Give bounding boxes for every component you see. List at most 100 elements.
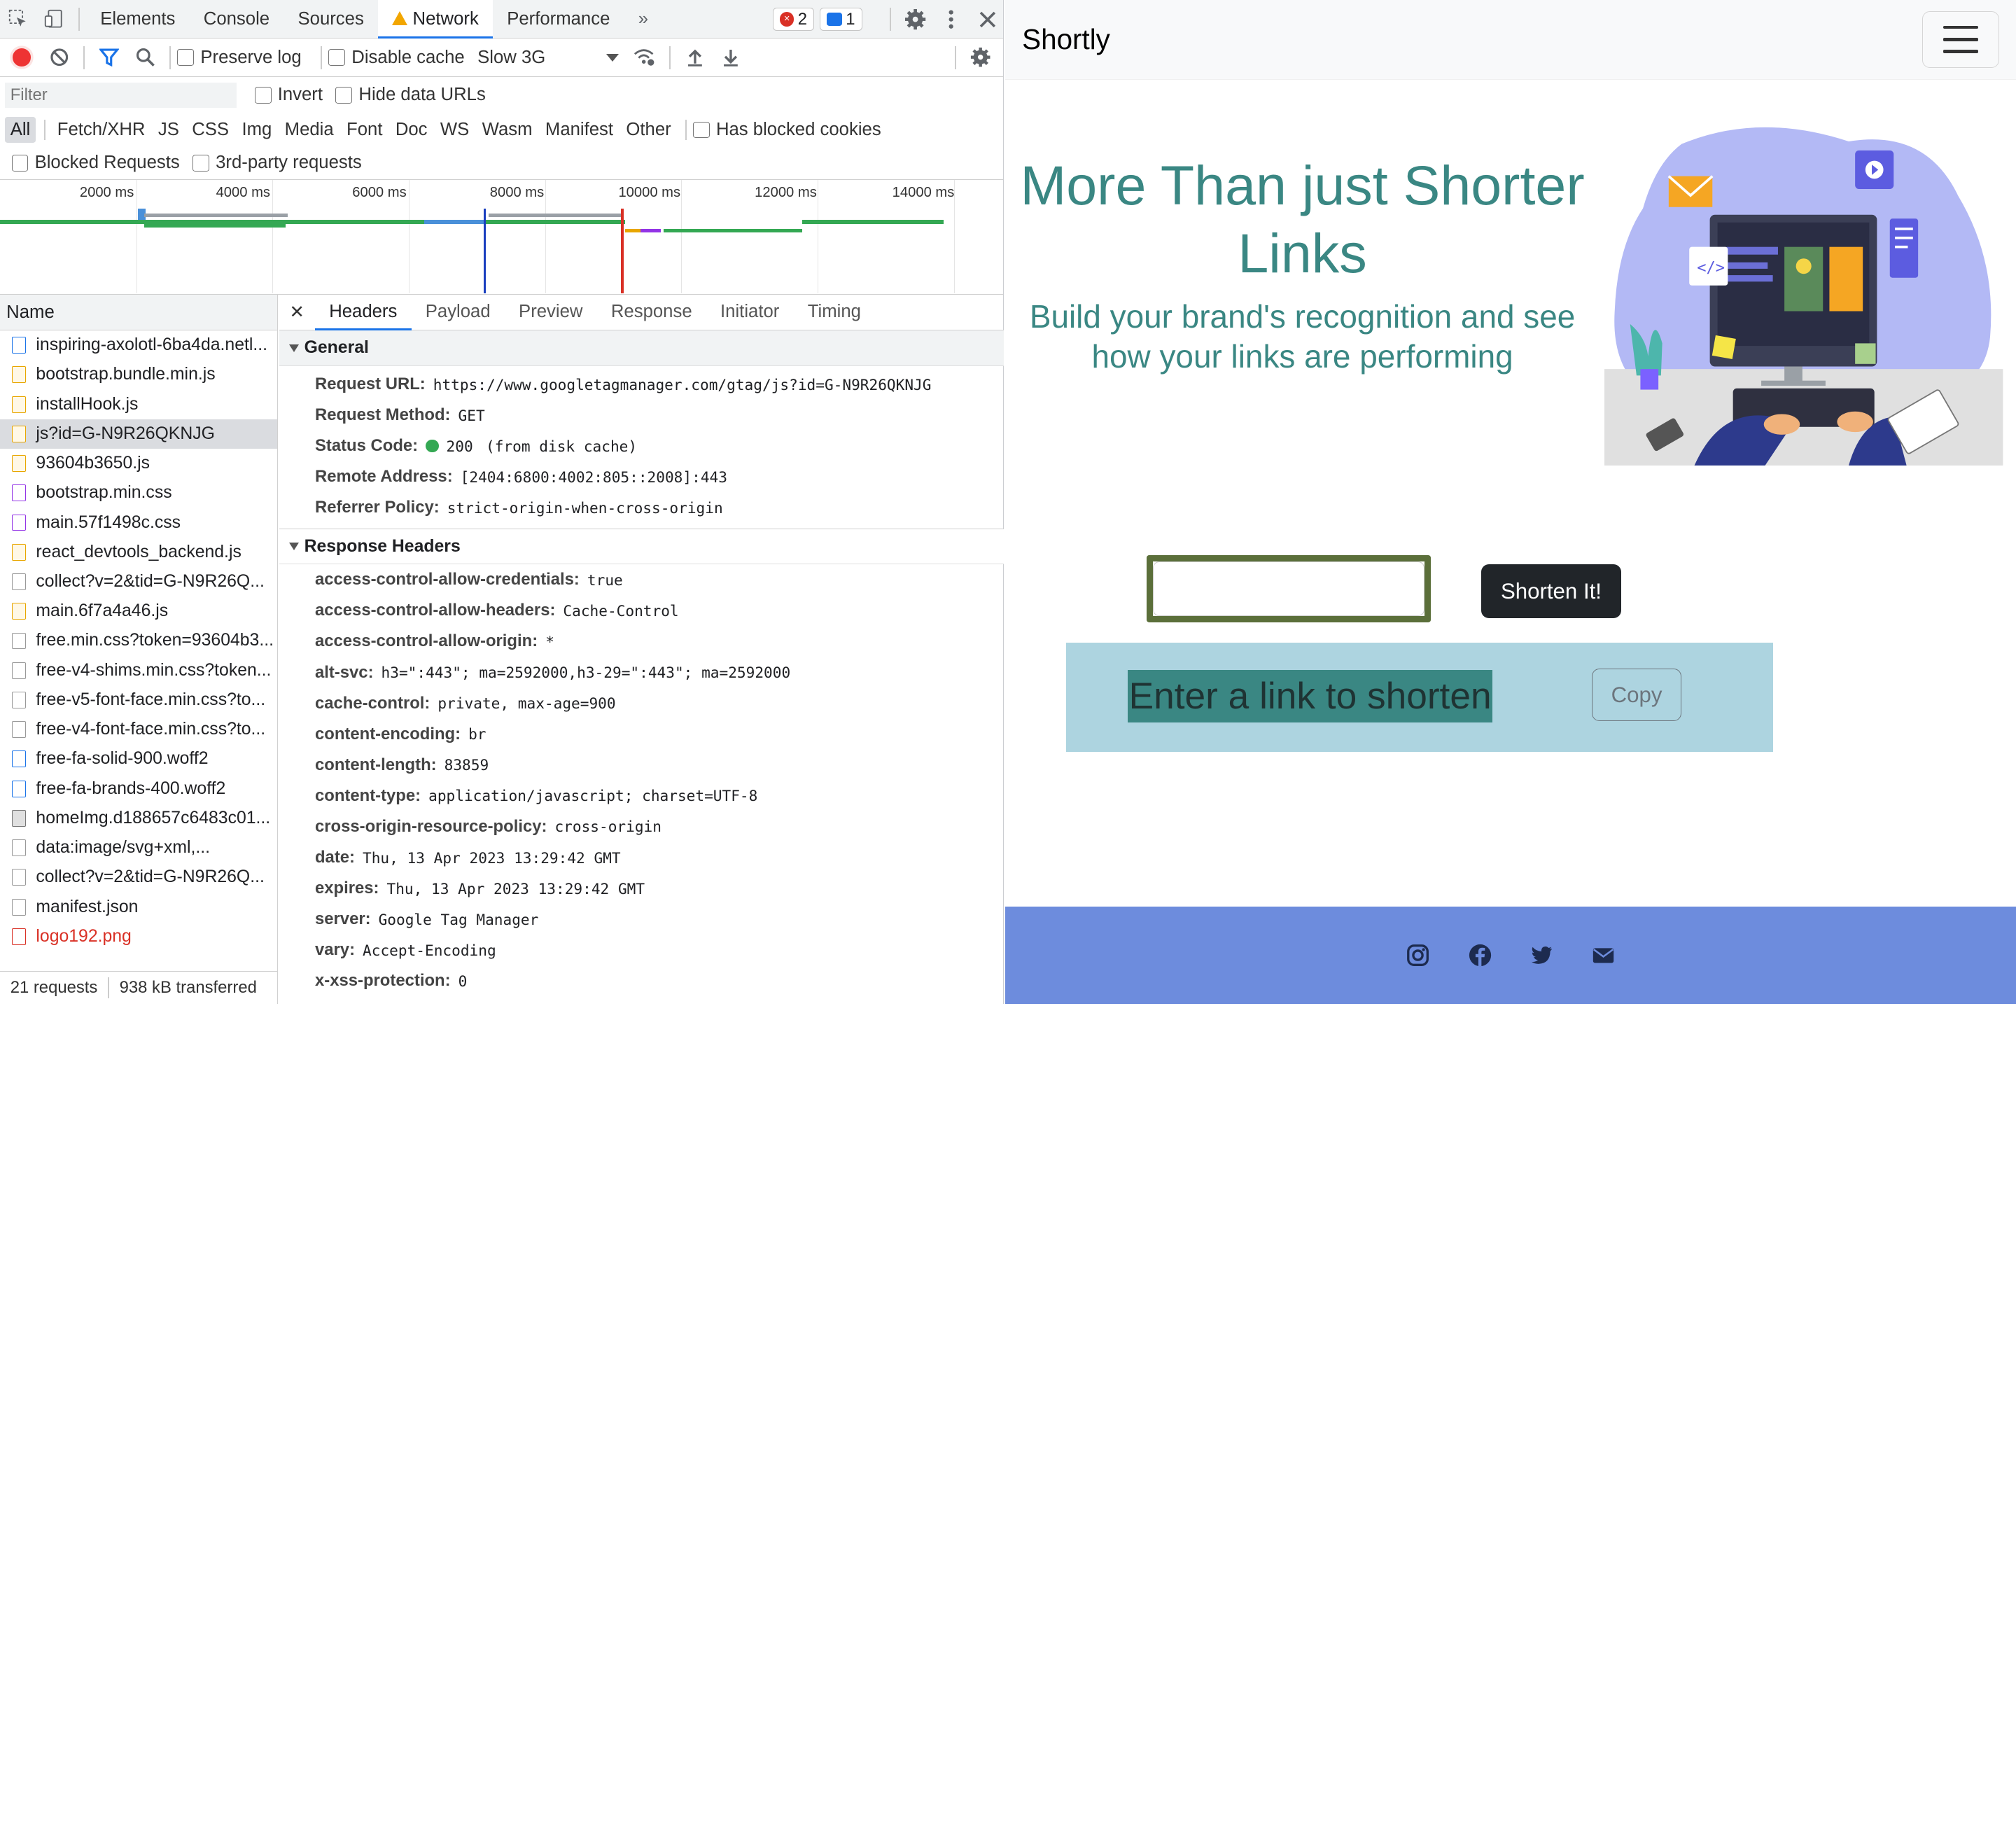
svg-text:</>: </> — [1697, 259, 1725, 277]
timeline-bar — [424, 220, 484, 224]
close-details-icon[interactable]: ✕ — [279, 302, 315, 323]
request-row[interactable]: free-v4-shims.min.css?token... — [0, 656, 277, 685]
type-filter-manifest[interactable]: Manifest — [540, 117, 619, 142]
request-row[interactable]: logo192.png — [0, 922, 277, 951]
checkbox-box[interactable] — [177, 49, 195, 67]
checkbox-box[interactable] — [254, 86, 272, 104]
request-row[interactable]: inspiring-axolotl-6ba4da.netl... — [0, 330, 277, 360]
kebab-menu-icon[interactable] — [933, 0, 969, 39]
request-name: inspiring-axolotl-6ba4da.netl... — [36, 335, 268, 355]
disable-cache-checkbox[interactable]: Disable cache — [328, 48, 465, 68]
type-filter-ws[interactable]: WS — [435, 117, 475, 142]
timeline-tick-label: 14000 ms — [892, 185, 955, 201]
request-row[interactable]: bootstrap.min.css — [0, 478, 277, 508]
filter-input[interactable] — [5, 82, 237, 109]
tab-performance[interactable]: Performance — [493, 0, 624, 39]
timeline-overview[interactable]: 2000 ms 4000 ms 6000 ms 8000 ms 10000 ms… — [0, 180, 1004, 295]
error-count-badge[interactable]: × 2 — [772, 8, 815, 32]
export-har-icon[interactable] — [713, 41, 748, 74]
record-button[interactable] — [13, 48, 31, 67]
device-toolbar-icon[interactable] — [36, 0, 71, 39]
name-column-header[interactable]: Name — [0, 294, 277, 331]
details-tab-headers[interactable]: Headers — [314, 295, 412, 330]
checkbox-box[interactable] — [192, 154, 209, 172]
response-headers-section-header[interactable]: Response Headers — [279, 528, 1004, 565]
envelope-icon[interactable] — [1592, 944, 1615, 967]
facebook-icon[interactable] — [1469, 944, 1492, 967]
request-row[interactable]: free-fa-brands-400.woff2 — [0, 774, 277, 804]
type-filter-media[interactable]: Media — [279, 117, 339, 142]
type-filter-wasm[interactable]: Wasm — [477, 117, 538, 142]
request-row[interactable]: free-v5-font-face.min.css?to... — [0, 685, 277, 715]
hide-data-urls-checkbox[interactable]: Hide data URLs — [335, 85, 486, 105]
invert-checkbox[interactable]: Invert — [254, 85, 323, 105]
checkbox-box[interactable] — [11, 154, 29, 172]
details-tab-response[interactable]: Response — [597, 295, 706, 330]
checkbox-box[interactable] — [328, 49, 346, 67]
inspect-element-icon[interactable] — [0, 0, 36, 39]
tab-sources[interactable]: Sources — [284, 0, 378, 39]
close-devtools-icon[interactable] — [969, 0, 1005, 39]
search-icon[interactable] — [127, 41, 163, 74]
message-count-badge[interactable]: 1 — [819, 8, 862, 32]
details-tab-payload[interactable]: Payload — [412, 295, 505, 330]
type-filter-doc[interactable]: Doc — [390, 117, 432, 142]
type-filter-all[interactable]: All — [5, 117, 36, 143]
details-tab-timing[interactable]: Timing — [794, 295, 876, 330]
tab-network[interactable]: Network — [378, 0, 493, 39]
request-row[interactable]: installHook.js — [0, 389, 277, 419]
request-row[interactable]: react_devtools_backend.js — [0, 538, 277, 567]
details-tab-preview[interactable]: Preview — [505, 295, 597, 330]
script-file-icon — [11, 366, 26, 384]
type-filter-font[interactable]: Font — [342, 117, 388, 142]
tab-console[interactable]: Console — [190, 0, 284, 39]
third-party-requests-checkbox[interactable]: 3rd-party requests — [192, 153, 362, 173]
more-tabs-button[interactable]: » — [624, 0, 663, 39]
tab-elements[interactable]: Elements — [86, 0, 190, 39]
type-filter-js[interactable]: JS — [153, 117, 185, 142]
import-har-icon[interactable] — [677, 41, 713, 74]
request-name: main.57f1498c.css — [36, 512, 181, 532]
header-row: content-encoding: br — [279, 719, 1004, 750]
checkbox-box[interactable] — [335, 86, 353, 104]
type-filter-img[interactable]: Img — [237, 117, 277, 142]
details-tab-initiator[interactable]: Initiator — [706, 295, 794, 330]
request-row[interactable]: 93604b3650.js — [0, 449, 277, 478]
copy-button[interactable]: Copy — [1591, 669, 1682, 722]
filter-funnel-icon[interactable] — [91, 41, 127, 74]
general-section-header[interactable]: General — [279, 330, 1004, 367]
twitter-icon[interactable] — [1530, 944, 1553, 967]
request-row[interactable]: main.6f7a4a46.js — [0, 596, 277, 626]
preserve-log-checkbox[interactable]: Preserve log — [177, 48, 302, 68]
header-name: access-control-allow-origin: — [314, 631, 538, 651]
request-row[interactable]: free.min.css?token=93604b3... — [0, 626, 277, 655]
request-row[interactable]: js?id=G-N9R26QKNJG — [0, 419, 277, 449]
request-row[interactable]: collect?v=2&tid=G-N9R26Q... — [0, 862, 277, 892]
clear-icon[interactable] — [41, 41, 77, 74]
checkbox-box[interactable] — [692, 121, 710, 139]
request-row[interactable]: free-fa-solid-900.woff2 — [0, 744, 277, 774]
network-conditions-icon[interactable] — [626, 41, 662, 74]
settings-gear-icon[interactable] — [897, 0, 933, 39]
url-input[interactable] — [1153, 561, 1425, 616]
type-filter-fetch-xhr[interactable]: Fetch/XHR — [52, 117, 150, 142]
settings-separator — [889, 8, 891, 32]
throttling-select[interactable]: Slow 3G — [477, 48, 620, 68]
instagram-icon[interactable] — [1406, 944, 1429, 967]
navbar-toggler-button[interactable] — [1921, 11, 2000, 68]
request-row[interactable]: manifest.json — [0, 892, 277, 921]
blocked-requests-checkbox[interactable]: Blocked Requests — [11, 153, 180, 173]
request-row[interactable]: free-v4-font-face.min.css?to... — [0, 715, 277, 744]
has-blocked-cookies-checkbox[interactable]: Has blocked cookies — [692, 120, 881, 140]
shorten-button[interactable]: Shorten It! — [1480, 564, 1622, 619]
brand-logo[interactable]: Shortly — [1022, 23, 1110, 56]
type-filter-css[interactable]: CSS — [187, 117, 234, 142]
network-settings-gear-icon[interactable] — [962, 41, 998, 74]
type-filter-other[interactable]: Other — [621, 117, 676, 142]
request-row[interactable]: homeImg.d188657c6483c01... — [0, 804, 277, 833]
request-row[interactable]: bootstrap.bundle.min.js — [0, 360, 277, 389]
triangle-down-icon — [289, 543, 300, 551]
request-row[interactable]: collect?v=2&tid=G-N9R26Q... — [0, 567, 277, 596]
request-row[interactable]: main.57f1498c.css — [0, 508, 277, 537]
request-row[interactable]: data:image/svg+xml,... — [0, 833, 277, 862]
